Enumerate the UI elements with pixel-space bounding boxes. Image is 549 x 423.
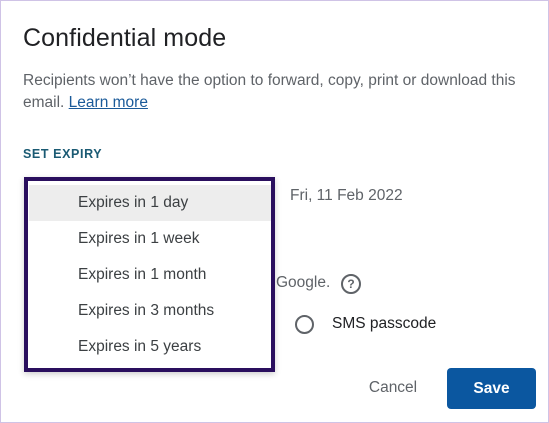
cancel-button[interactable]: Cancel: [351, 369, 435, 407]
expiry-option-5-years[interactable]: Expires in 5 years: [29, 329, 271, 365]
sms-passcode-label[interactable]: SMS passcode: [332, 315, 436, 333]
expiry-date: Fri, 11 Feb 2022: [290, 187, 403, 204]
help-icon[interactable]: ?: [341, 274, 361, 294]
passcode-google-text: Google.: [276, 274, 331, 291]
dialog-title: Confidential mode: [23, 24, 227, 52]
learn-more-link[interactable]: Learn more: [69, 94, 148, 111]
save-button[interactable]: Save: [447, 368, 536, 409]
expiry-option-3-months[interactable]: Expires in 3 months: [29, 293, 271, 329]
expiry-option-1-day[interactable]: Expires in 1 day: [29, 185, 271, 221]
sms-passcode-radio[interactable]: [295, 315, 314, 334]
set-expiry-label: SET EXPIRY: [23, 147, 103, 161]
dialog-description: Recipients won’t have the option to forw…: [23, 70, 523, 114]
expiry-option-1-month[interactable]: Expires in 1 month: [29, 257, 271, 293]
confidential-mode-dialog: Confidential mode Recipients won’t have …: [0, 0, 549, 423]
expiry-option-1-week[interactable]: Expires in 1 week: [29, 221, 271, 257]
expiry-dropdown-menu: Expires in 1 day Expires in 1 week Expir…: [24, 177, 275, 372]
